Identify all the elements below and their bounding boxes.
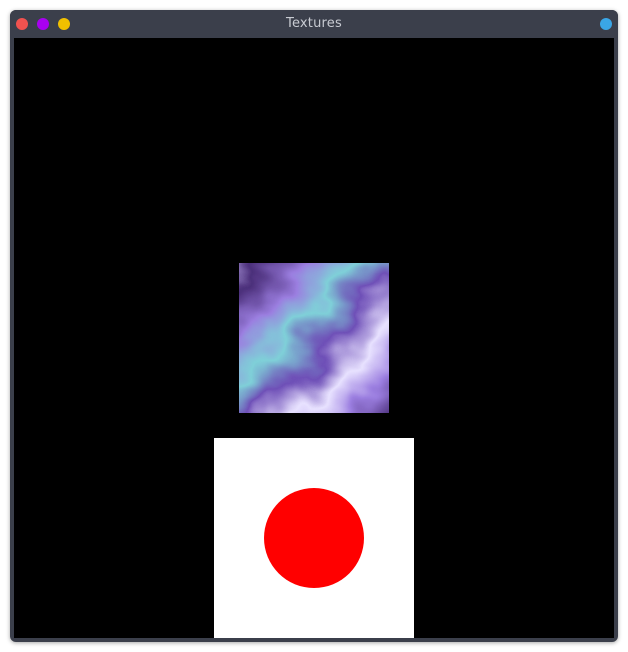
- window-title: Textures: [286, 16, 342, 31]
- marble-texture-quad: [239, 263, 389, 413]
- title-bar[interactable]: Textures: [10, 10, 618, 38]
- app-window: Textures: [10, 10, 618, 642]
- marble-texture-image: [239, 263, 389, 413]
- window-menu-button[interactable]: [600, 18, 612, 30]
- circle-sprite-quad: [214, 438, 414, 638]
- red-circle: [264, 488, 364, 588]
- render-viewport[interactable]: [14, 38, 614, 638]
